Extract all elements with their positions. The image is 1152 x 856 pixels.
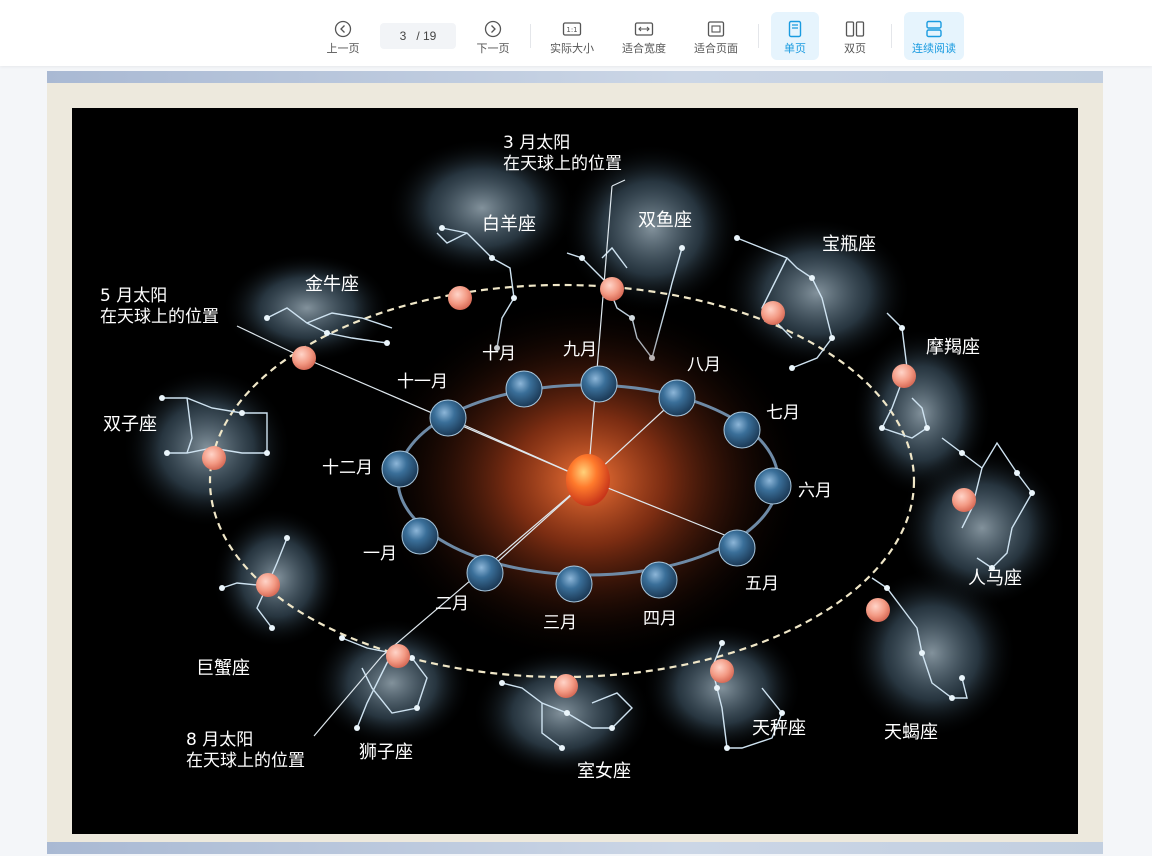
page-indicator: 3 / 19 [380, 23, 456, 49]
label-month-jul: 七月 [766, 403, 800, 423]
label-month-dec: 十二月 [322, 458, 373, 478]
label-aquarius: 宝瓶座 [822, 234, 876, 255]
label-pisces: 双鱼座 [638, 210, 692, 231]
prev-page-button[interactable]: 上一页 [318, 12, 368, 60]
toolbar-divider [891, 24, 892, 48]
single-page-label: 单页 [784, 43, 806, 55]
slide-frame: 白羊座 双鱼座 宝瓶座 金牛座 摩羯座 双子座 人马座 巨蟹座 天蝎座 天秤座 … [47, 83, 1103, 842]
label-month-oct: 十月 [482, 344, 516, 364]
fit-page-button[interactable]: 适合页面 [686, 12, 746, 60]
double-page-label: 双页 [844, 43, 866, 55]
label-month-apr: 四月 [643, 609, 677, 629]
single-page-icon [788, 20, 802, 38]
chevron-left-circle-icon [334, 20, 352, 38]
actual-size-label: 实际大小 [550, 43, 594, 55]
fit-width-button[interactable]: 适合宽度 [614, 12, 674, 60]
actual-size-icon: 1:1 [562, 22, 582, 36]
chevron-right-circle-icon [484, 20, 502, 38]
toolbar-divider [758, 24, 759, 48]
zodiac-diagram: 白羊座 双鱼座 宝瓶座 金牛座 摩羯座 双子座 人马座 巨蟹座 天蝎座 天秤座 … [72, 108, 1078, 834]
label-month-may: 五月 [745, 574, 779, 594]
next-page-button[interactable]: 下一页 [468, 12, 518, 60]
label-month-mar: 三月 [543, 613, 577, 633]
single-page-button[interactable]: 单页 [771, 12, 819, 60]
double-page-icon [845, 21, 865, 37]
label-scorpio: 天蝎座 [884, 722, 938, 743]
page-bottom-strip [47, 842, 1103, 854]
label-aries: 白羊座 [482, 214, 536, 235]
label-month-aug: 八月 [687, 355, 721, 375]
prev-page-label: 上一页 [326, 43, 360, 55]
label-gemini: 双子座 [103, 414, 157, 435]
document-page: 白羊座 双鱼座 宝瓶座 金牛座 摩羯座 双子座 人马座 巨蟹座 天蝎座 天秤座 … [47, 71, 1103, 856]
label-leo: 狮子座 [359, 742, 413, 763]
annotation-may-line2: 在天球上的位置 [100, 307, 219, 327]
annotation-aug-line1: 8 月太阳 [186, 730, 254, 750]
fit-page-icon [707, 21, 725, 37]
label-month-jan: 一月 [363, 544, 397, 564]
fit-width-label: 适合宽度 [622, 43, 666, 55]
label-month-jun: 六月 [798, 481, 832, 501]
label-capricorn: 摩羯座 [926, 337, 980, 358]
fit-page-label: 适合页面 [694, 43, 738, 55]
label-virgo: 室女座 [577, 761, 631, 782]
continuous-read-label: 连续阅读 [912, 43, 956, 55]
label-month-sep: 九月 [563, 340, 597, 360]
label-month-nov: 十一月 [397, 372, 448, 392]
double-page-button[interactable]: 双页 [831, 12, 879, 60]
page-top-strip [47, 71, 1103, 83]
total-pages: / 19 [416, 29, 437, 43]
annotation-may-line1: 5 月太阳 [100, 286, 168, 306]
next-page-label: 下一页 [476, 43, 510, 55]
toolbar-divider [530, 24, 531, 48]
current-page-input[interactable]: 3 [400, 29, 407, 43]
label-month-feb: 二月 [435, 594, 469, 614]
label-libra: 天秤座 [752, 718, 806, 739]
label-taurus: 金牛座 [305, 274, 359, 295]
viewer-toolbar: 上一页 3 / 19 下一页 1:1 实际大小 适合宽度 适合页面 单页 双页 … [0, 0, 1152, 66]
actual-size-button[interactable]: 1:1 实际大小 [542, 12, 602, 60]
annotation-aug-line2: 在天球上的位置 [186, 751, 305, 771]
continuous-read-icon [926, 20, 942, 38]
continuous-read-button[interactable]: 连续阅读 [904, 12, 964, 60]
annotation-march-line2: 在天球上的位置 [503, 154, 622, 174]
fit-width-icon [634, 22, 654, 36]
label-cancer: 巨蟹座 [196, 658, 250, 679]
annotation-march-line1: 3 月太阳 [503, 133, 571, 153]
sun [566, 454, 610, 506]
label-sagittarius: 人马座 [968, 568, 1022, 589]
svg-text:1:1: 1:1 [566, 26, 577, 34]
